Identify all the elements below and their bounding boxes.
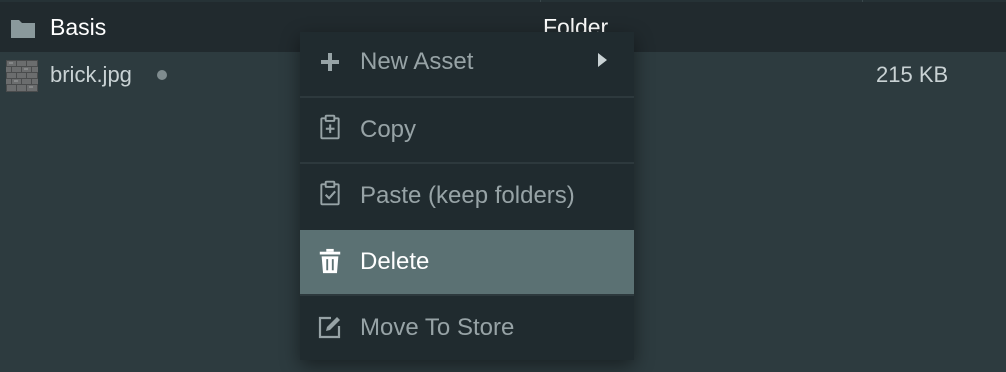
menu-item-delete[interactable]: Delete <box>300 230 634 294</box>
clipboard-check-icon <box>320 180 340 206</box>
menu-item-label: Paste (keep folders) <box>360 182 575 209</box>
menu-item-label: Copy <box>360 116 417 143</box>
folder-name: Basis <box>50 14 107 40</box>
menu-item-label: New Asset <box>360 48 474 75</box>
unsaved-indicator-dot <box>157 70 167 80</box>
menu-item-paste-keep-folders[interactable]: Paste (keep folders) <box>300 164 634 228</box>
menu-item-copy[interactable]: Copy <box>300 98 634 162</box>
menu-item-label: Delete <box>360 248 430 275</box>
folder-icon <box>11 20 35 38</box>
menu-item-new-asset[interactable]: New Asset <box>300 32 634 96</box>
menu-item-move-to-store[interactable]: Move To Store <box>300 296 634 360</box>
menu-item-label: Move To Store <box>360 314 515 341</box>
edit-square-icon <box>318 316 341 339</box>
context-menu: New Asset Copy Paste (keep folders) Dele… <box>300 32 634 360</box>
file-size: 215 KB <box>876 62 949 87</box>
brick-thumbnail-icon <box>6 60 38 92</box>
clipboard-plus-icon <box>320 114 340 140</box>
file-name: brick.jpg <box>50 62 132 87</box>
submenu-arrow-icon <box>598 53 607 67</box>
trash-icon <box>319 248 341 274</box>
plus-icon <box>321 53 339 71</box>
